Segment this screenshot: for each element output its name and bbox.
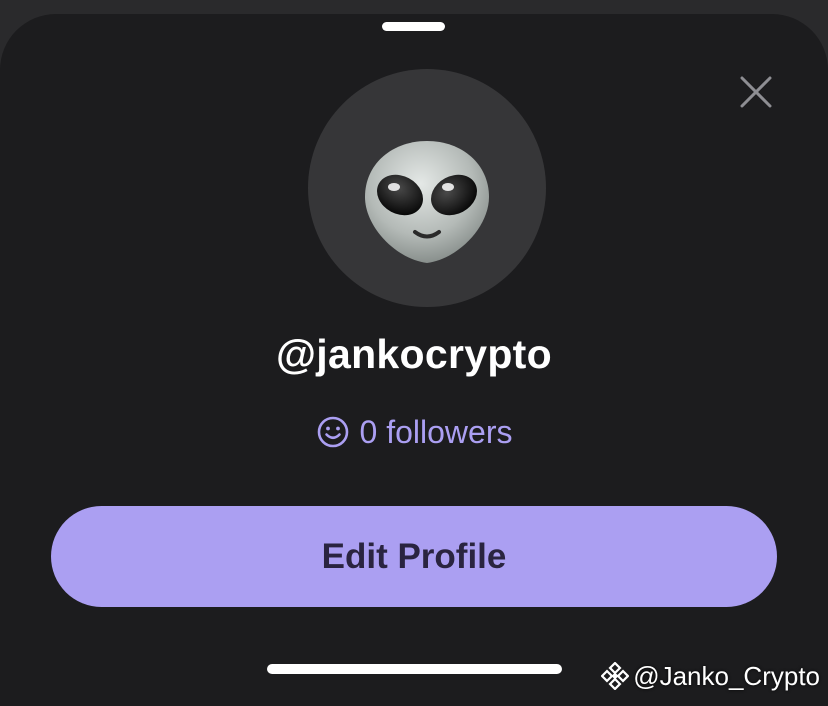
sheet-grabber[interactable] bbox=[382, 22, 445, 31]
followers-label: 0 followers bbox=[359, 413, 513, 450]
edit-profile-label: Edit Profile bbox=[321, 536, 507, 576]
home-indicator[interactable] bbox=[267, 664, 562, 674]
watermark-text: @Janko_Crypto bbox=[633, 660, 820, 691]
binance-logo-icon bbox=[601, 662, 630, 690]
close-icon bbox=[740, 76, 772, 108]
edit-profile-button[interactable]: Edit Profile bbox=[51, 506, 777, 607]
alien-emoji-icon bbox=[365, 141, 489, 263]
avatar[interactable] bbox=[308, 69, 546, 307]
close-button[interactable] bbox=[736, 72, 776, 112]
followers-count[interactable]: 0 followers bbox=[0, 412, 828, 452]
smiley-icon bbox=[317, 416, 348, 448]
watermark: @Janko_Crypto bbox=[601, 656, 820, 696]
profile-handle: @jankocrypto bbox=[276, 331, 552, 377]
